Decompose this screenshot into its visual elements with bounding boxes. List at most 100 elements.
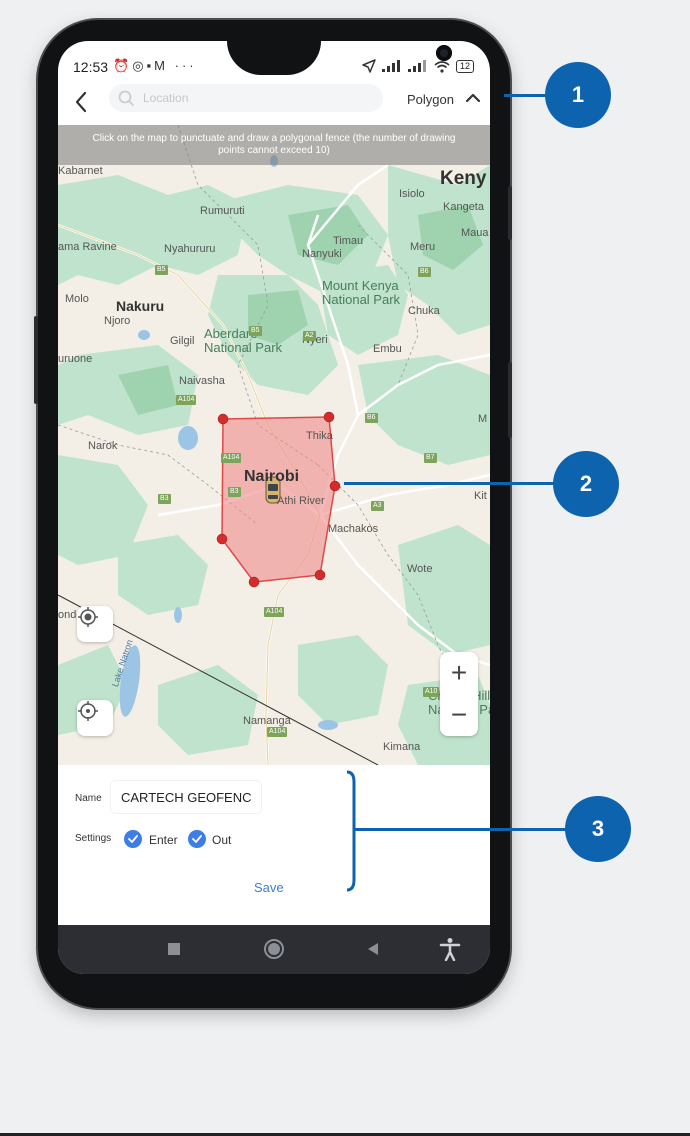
callout-1: 1 xyxy=(545,62,611,128)
road-shield: A104 xyxy=(267,727,288,737)
road-shield: A104 xyxy=(221,453,242,463)
accessibility-icon[interactable] xyxy=(439,937,461,961)
callout-2: 2 xyxy=(553,451,619,517)
road-shield: B6 xyxy=(365,413,378,423)
place-label: Narok xyxy=(88,440,118,452)
place-label: Namanga xyxy=(243,715,291,727)
place-label: Njoro xyxy=(104,315,131,327)
search-icon xyxy=(118,90,134,106)
zoom-out-button[interactable]: − xyxy=(440,694,478,736)
home-circle-icon[interactable] xyxy=(262,937,286,961)
location-search-input[interactable] xyxy=(143,84,373,112)
notification-icons: ⏰◎▪M ··· xyxy=(113,58,197,74)
navigation-arrow-icon xyxy=(362,59,376,73)
place-label: Rumuruti xyxy=(200,205,245,217)
place-label: Kit xyxy=(474,490,487,502)
place-label: Wote xyxy=(407,563,433,575)
fence-mode-selector[interactable]: Polygon xyxy=(407,92,454,107)
place-label: Timau xyxy=(333,235,364,247)
out-checkbox[interactable] xyxy=(188,830,206,848)
back-arrow-icon[interactable] xyxy=(70,89,94,115)
settings-label: Settings xyxy=(75,833,112,844)
place-label: Keny xyxy=(440,168,487,189)
map-instruction-banner: Click on the map to punctuate and draw a… xyxy=(58,125,490,165)
geofence-form: Name Settings Enter Out Save xyxy=(58,765,490,925)
place-label: Nakuru xyxy=(116,298,165,314)
save-button[interactable]: Save xyxy=(254,880,284,895)
place-label: uruone xyxy=(58,353,93,365)
place-label: Thika xyxy=(306,430,333,442)
my-location-button[interactable] xyxy=(77,700,113,736)
geofence-name-input[interactable] xyxy=(111,781,261,813)
status-right-group: 12 xyxy=(362,59,474,73)
road-shield: A104 xyxy=(176,395,197,405)
more-dots-icon: ··· xyxy=(174,58,197,73)
place-label: Isiolo xyxy=(399,188,425,200)
wifi-icon xyxy=(434,60,450,73)
place-label: Kangeta xyxy=(443,201,484,213)
map-view[interactable]: Click on the map to punctuate and draw a… xyxy=(58,125,490,765)
whatsapp-icon: ◎ xyxy=(132,58,147,73)
power-button xyxy=(508,186,512,240)
road-shield: A10 xyxy=(423,687,440,697)
road-shield: B5 xyxy=(249,326,262,336)
place-label: Molo xyxy=(65,293,89,305)
place-label: M xyxy=(478,413,488,425)
place-label: Nairobi xyxy=(244,468,300,485)
place-label: Maua xyxy=(461,227,489,239)
volume-button xyxy=(508,362,512,438)
status-time: 12:53 xyxy=(73,59,109,75)
android-nav-bar xyxy=(58,925,490,974)
gmail-icon: M xyxy=(154,58,168,73)
place-label: Athi River xyxy=(277,495,325,507)
road-shield: A104 xyxy=(264,607,285,617)
battery-indicator: 12 xyxy=(455,59,474,73)
place-label: Kimana xyxy=(383,741,421,753)
callout-3-bracket xyxy=(346,770,356,892)
road-shield: B7 xyxy=(424,453,437,463)
recents-square-icon[interactable] xyxy=(167,937,181,961)
place-label: Mount Kenya National Park xyxy=(322,278,401,307)
zoom-in-button[interactable]: + xyxy=(440,652,478,694)
place-label: Meru xyxy=(410,241,436,253)
chevron-up-icon[interactable] xyxy=(464,90,482,106)
name-label: Name xyxy=(75,793,102,804)
enter-checkbox[interactable] xyxy=(124,830,142,848)
top-bar: Polygon xyxy=(58,81,490,125)
front-camera xyxy=(436,45,452,61)
callout-3-line xyxy=(354,828,568,831)
road-shield: A2 xyxy=(303,331,316,341)
side-key xyxy=(34,316,38,404)
locate-vehicle-button[interactable] xyxy=(77,606,113,642)
signal-icon xyxy=(381,60,400,72)
out-label: Out xyxy=(212,833,232,847)
crosshair-icon xyxy=(78,701,98,721)
place-label: Naivasha xyxy=(179,375,225,387)
callout-1-line xyxy=(504,94,550,97)
place-label: Machakos xyxy=(328,523,379,535)
place-label: Nanyuki xyxy=(302,248,342,260)
place-label: Chuka xyxy=(408,305,440,317)
place-label: Embu xyxy=(373,343,402,355)
signal-2-icon xyxy=(407,60,426,72)
vehicle-location-icon xyxy=(78,607,98,627)
zoom-controls: + − xyxy=(440,652,478,736)
phone-screen: Click on the map to punctuate and draw a… xyxy=(58,41,490,974)
alarm-icon: ⏰ xyxy=(113,58,133,73)
road-shield: B3 xyxy=(158,494,171,504)
road-shield: A3 xyxy=(371,501,384,511)
road-shield: B6 xyxy=(418,267,431,277)
callout-3: 3 xyxy=(565,796,631,862)
back-triangle-icon[interactable] xyxy=(366,937,380,961)
place-label: Gilgil xyxy=(170,335,195,347)
place-label: Nyahururu xyxy=(164,243,216,255)
check-icon xyxy=(192,835,202,843)
road-shield: B3 xyxy=(228,487,241,497)
place-label: Kabarnet xyxy=(58,165,103,177)
callout-2-line xyxy=(344,482,556,485)
chat-icon: ▪ xyxy=(146,58,155,73)
location-search xyxy=(109,84,383,112)
place-label: ama Ravine xyxy=(58,241,117,253)
check-icon xyxy=(128,835,138,843)
enter-label: Enter xyxy=(149,833,178,847)
